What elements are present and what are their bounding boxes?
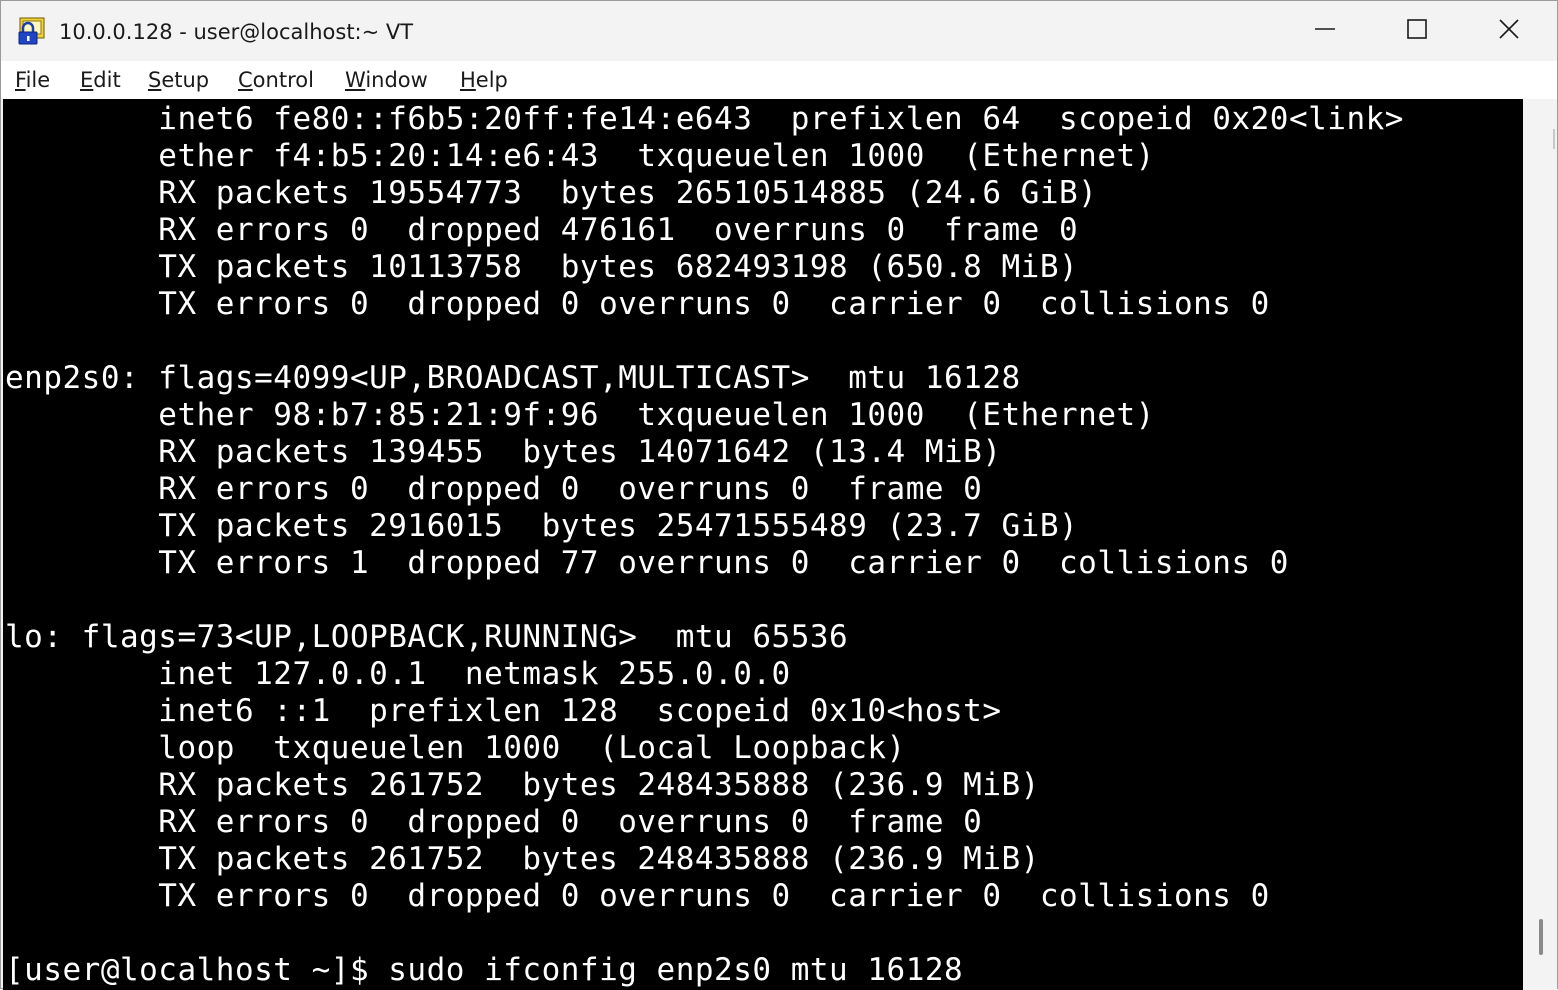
terminal-line: RX packets 19554773 bytes 26510514885 (2… xyxy=(5,175,1098,211)
lock-terminal-icon xyxy=(17,17,45,45)
terminal-line: ether f4:b5:20:14:e6:43 txqueuelen 1000 … xyxy=(5,138,1155,174)
menu-window[interactable]: Window xyxy=(345,65,428,95)
menu-bar: File Edit Setup Control Window Help xyxy=(1,61,1557,99)
terminal-line: TX errors 0 dropped 0 overruns 0 carrier… xyxy=(5,286,1270,322)
menu-control[interactable]: Control xyxy=(238,65,314,95)
terminal-prompt-line: [user@localhost ~]$ sudo ifconfig enp2s0… xyxy=(5,952,964,988)
terminal-line: TX packets 2916015 bytes 25471555489 (23… xyxy=(5,508,1079,544)
terminal-line: inet6 ::1 prefixlen 128 scopeid 0x10<hos… xyxy=(5,693,1002,729)
close-icon xyxy=(1498,18,1520,44)
menu-setup[interactable]: Setup xyxy=(148,65,209,95)
terminal-line: RX errors 0 dropped 0 overruns 0 frame 0 xyxy=(5,471,983,507)
terminal-line: inet6 fe80::f6b5:20ff:fe14:e643 prefixle… xyxy=(5,101,1404,137)
terminal-line: loop txqueuelen 1000 (Local Loopback) xyxy=(5,730,906,766)
terminal-line: enp2s0: flags=4099<UP,BROADCAST,MULTICAS… xyxy=(5,360,1021,396)
menu-file[interactable]: File xyxy=(15,65,50,95)
maximize-button[interactable] xyxy=(1371,1,1463,61)
terminal-line: RX errors 0 dropped 476161 overruns 0 fr… xyxy=(5,212,1079,248)
terminal-line: TX errors 1 dropped 77 overruns 0 carrie… xyxy=(5,545,1289,581)
scrollbar-thumb[interactable] xyxy=(1539,919,1543,955)
terminal-line: RX packets 261752 bytes 248435888 (236.9… xyxy=(5,767,1040,803)
terminal-line: RX packets 139455 bytes 14071642 (13.4 M… xyxy=(5,434,1002,470)
terminal-window: 10.0.0.128 - user@localhost:~ VT File Ed… xyxy=(0,0,1558,990)
terminal-line: RX errors 0 dropped 0 overruns 0 frame 0 xyxy=(5,804,983,840)
window-title: 10.0.0.128 - user@localhost:~ VT xyxy=(59,20,414,44)
terminal-line: TX errors 0 dropped 0 overruns 0 carrier… xyxy=(5,878,1270,914)
menu-edit[interactable]: Edit xyxy=(80,65,121,95)
minimize-icon xyxy=(1314,18,1336,44)
terminal-line: TX packets 10113758 bytes 682493198 (650… xyxy=(5,249,1079,285)
terminal-screen[interactable]: inet6 fe80::f6b5:20ff:fe14:e643 prefixle… xyxy=(3,99,1523,990)
minimize-button[interactable] xyxy=(1279,1,1371,61)
terminal-line: ether 98:b7:85:21:9f:96 txqueuelen 1000 … xyxy=(5,397,1155,433)
terminal-line: inet 127.0.0.1 netmask 255.0.0.0 xyxy=(5,656,791,692)
scrollbar-track-mark xyxy=(1553,129,1555,149)
vertical-scrollbar[interactable] xyxy=(1523,99,1557,990)
terminal-line: TX packets 261752 bytes 248435888 (236.9… xyxy=(5,841,1040,877)
close-button[interactable] xyxy=(1463,1,1555,61)
terminal-line: lo: flags=73<UP,LOOPBACK,RUNNING> mtu 65… xyxy=(5,619,849,655)
title-bar[interactable]: 10.0.0.128 - user@localhost:~ VT xyxy=(1,1,1557,61)
maximize-icon xyxy=(1406,18,1428,44)
menu-help[interactable]: Help xyxy=(460,65,508,95)
